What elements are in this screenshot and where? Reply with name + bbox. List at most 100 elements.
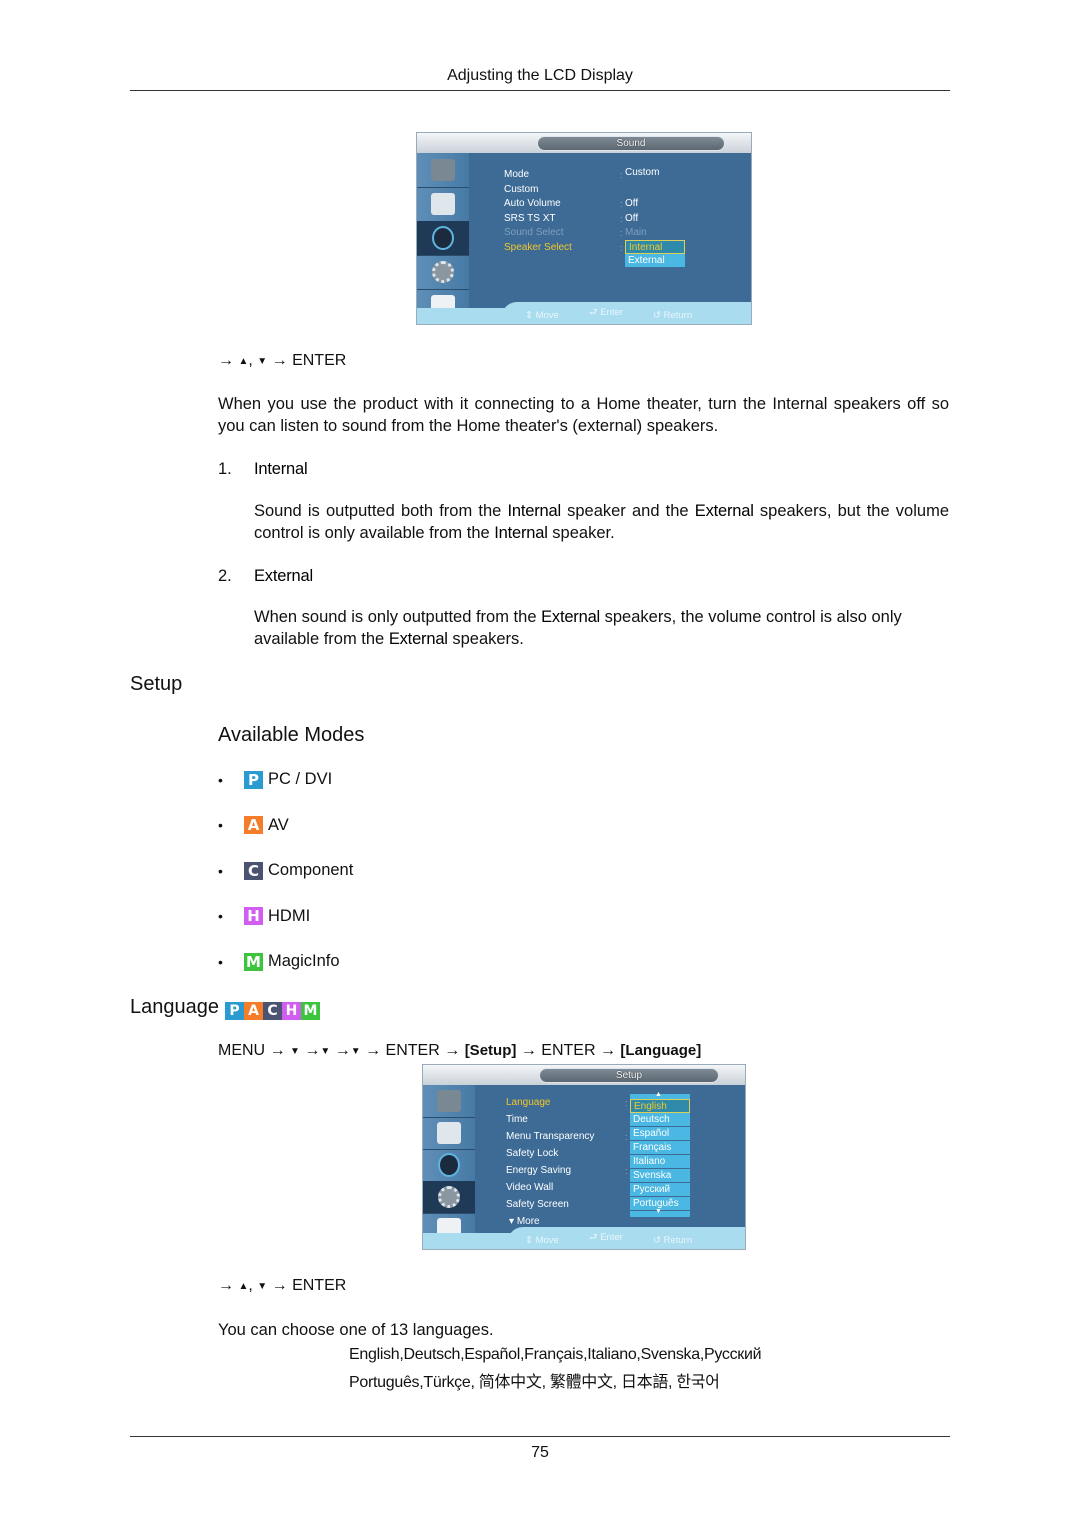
language-title-text: Language (130, 996, 219, 1018)
osd-option: Русский (630, 1183, 690, 1197)
description-text: Sound is outputted both from the (254, 502, 508, 520)
osd-title: Setup (539, 1068, 719, 1083)
description-text: speakers. (447, 630, 524, 648)
available-modes-title: Available Modes (218, 724, 365, 746)
language-menu-path: MENU → ▼ →▼ →▼ → ENTER → [Setup] → ENTER… (218, 1042, 701, 1060)
osd-menu-item: Video Wall (506, 1182, 554, 1193)
arrow-right-icon: → (269, 1042, 286, 1059)
emphasized-term: Internal (494, 524, 548, 542)
path-enter: ENTER (385, 1042, 440, 1059)
mode-badge-strip: PACHM (224, 1002, 320, 1020)
page-header-title: Adjusting the LCD Display (447, 67, 633, 84)
bullet: • (218, 771, 223, 788)
osd-option: Svenska (630, 1169, 690, 1183)
emphasized-term: External (388, 630, 448, 648)
option-2-description: When sound is only outputted from the Ex… (254, 606, 949, 650)
path-setup: [Setup] (464, 1042, 517, 1059)
osd-colon: : (620, 242, 623, 253)
sound-icon (432, 226, 454, 250)
osd-option: Internal (625, 240, 685, 254)
mode-badge-icon: P (244, 770, 263, 789)
osd-footer-enter: ⮐ Enter (589, 307, 623, 318)
mode-label: Component (268, 861, 354, 879)
osd-footer (417, 308, 751, 324)
mode-list-item: • C Component (218, 861, 353, 880)
sound-icon (438, 1153, 460, 1177)
separator: , (248, 1277, 253, 1294)
osd-option: English (630, 1099, 690, 1113)
osd-option: Deutsch (630, 1113, 690, 1127)
osd-footer (423, 1233, 745, 1249)
osd-menu-item: Auto Volume (504, 198, 561, 209)
mode-label: PC / DVI (268, 770, 333, 788)
bullet: • (218, 862, 223, 879)
mode-list-item: • A AV (218, 816, 289, 835)
mode-badge-icon: M (244, 952, 263, 971)
arrow-right-icon: → (599, 1042, 616, 1059)
input-icon (437, 1090, 461, 1112)
osd-colon: : (625, 1166, 628, 1176)
language-list-line-2: Português,Türkçe, 简体中文, 繁體中文, 日本語, 한국어 (349, 1374, 720, 1391)
osd-menu-item: Language (506, 1097, 551, 1108)
emphasized-term: External (541, 608, 601, 626)
language-section-title: Language P A C H M (130, 996, 320, 1020)
osd-menu-item: Time (506, 1114, 528, 1125)
mode-label: AV (268, 815, 289, 834)
osd-sidebar-item (417, 187, 469, 222)
footer-enter-label: Enter (600, 307, 623, 318)
osd-menu-value: Main (625, 227, 647, 238)
osd-sidebar-item (417, 153, 469, 188)
mode-badge-icon: C (244, 861, 263, 880)
option-1-description: Sound is outputted both from the Interna… (254, 500, 949, 544)
mode-badge-icon: H (244, 907, 263, 925)
osd-sidebar-item (417, 221, 469, 256)
osd-menu-value: Off (625, 212, 639, 224)
arrow-right-icon: → (304, 1042, 321, 1059)
osd-sidebar-item (423, 1149, 475, 1182)
osd-colon: : (620, 213, 623, 224)
mode-badge-icon: A (243, 1002, 263, 1020)
option-1-number: 1. (218, 460, 232, 478)
footer-return-label: Return (663, 310, 693, 321)
picture-icon (437, 1122, 461, 1144)
osd-colon: : (625, 1132, 628, 1142)
osd-menu-value: Off (625, 198, 639, 209)
setup-section-title: Setup (130, 673, 183, 695)
path-enter: ENTER (541, 1042, 596, 1059)
mode-list-item: • P PC / DVI (218, 770, 332, 789)
bullet: • (218, 953, 223, 970)
osd-colon: : (620, 228, 623, 238)
osd-footer-move: ⇕ Move (525, 310, 559, 321)
osd-footer-return: ↺ Return (653, 310, 693, 321)
language-list-line-1: English,Deutsch,Español,Français,Italian… (349, 1346, 762, 1363)
input-icon (431, 159, 455, 181)
up-triangle-icon: ▲ (238, 356, 249, 367)
emphasized-term: External (694, 502, 754, 520)
arrow-right-icon: → (218, 352, 234, 369)
osd-footer-enter: ⮐ Enter (589, 1232, 623, 1243)
osd-sidebar-item (417, 255, 469, 290)
language-nav-instruction: → ▲, ▼ → ENTER (218, 1277, 346, 1295)
footer-move-label: Move (535, 310, 559, 321)
osd-menu-item: Speaker Select (504, 241, 572, 253)
sound-nav-instruction: → ▲, ▼ → ENTER (218, 352, 346, 370)
option-2-title: External (254, 567, 313, 585)
description-text: When sound is only outputted from the (254, 608, 542, 626)
more-item: ▾ More (509, 1216, 540, 1227)
picture-icon (431, 193, 455, 215)
page-number: 75 (531, 1444, 549, 1461)
arrow-right-icon: → (444, 1042, 461, 1059)
scroll-up-icon: ▲ (655, 1091, 662, 1098)
sound-osd-screenshot: Sound Mode: Custom Custom Auto Volume: Off SR… (416, 132, 752, 325)
option-2-number: 2. (218, 567, 232, 585)
footer-return-label: Return (663, 1235, 693, 1246)
osd-menu-item: Sound Select (504, 227, 564, 238)
arrow-right-icon: → (334, 1042, 351, 1059)
osd-menu-item: Mode (504, 169, 530, 180)
emphasized-term: Internal (507, 502, 562, 520)
path-language: [Language] (620, 1042, 702, 1059)
arrow-right-icon: → (218, 1277, 234, 1294)
osd-menu-value: Custom (625, 167, 660, 178)
language-count-text: You can choose one of 13 languages. (218, 1321, 494, 1339)
enter-instruction: → ENTER (271, 352, 347, 369)
